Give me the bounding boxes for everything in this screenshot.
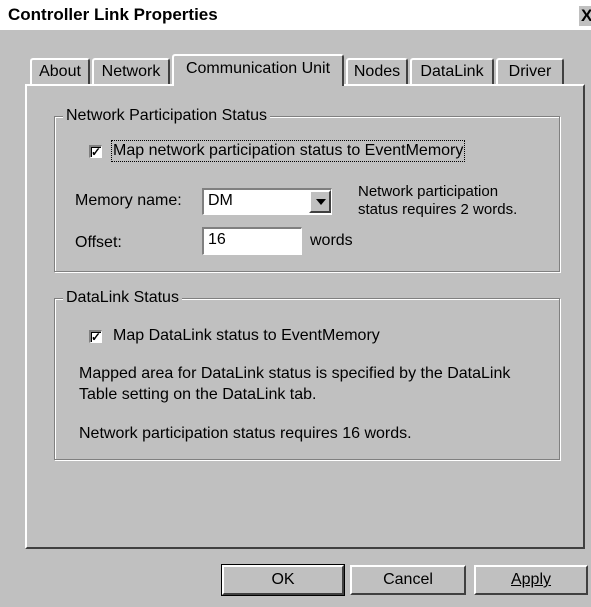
memory-name-dropdown-button[interactable] [309, 190, 331, 213]
tab-panel-communication-unit: Network Participation Status ✓ Map netwo… [25, 84, 585, 549]
offset-input[interactable]: 16 [202, 227, 302, 255]
offset-unit-label: words [310, 232, 353, 249]
tab-nodes-label: Nodes [353, 63, 401, 80]
memory-name-label: Memory name: [75, 192, 182, 209]
datalink-status-group: DataLink Status ✓ Map DataLink status to… [54, 289, 560, 460]
tab-datalink[interactable]: DataLink [410, 58, 494, 84]
check-icon: ✓ [91, 145, 102, 159]
network-note-line1: Network participation [358, 183, 499, 200]
memory-name-select[interactable]: DM [202, 188, 332, 215]
map-network-status-checkbox[interactable]: ✓ [89, 145, 102, 158]
network-note-line2: status requires 2 words. [358, 201, 518, 218]
offset-label: Offset: [75, 234, 122, 251]
cancel-button[interactable]: Cancel [350, 565, 466, 595]
network-participation-legend: Network Participation Status [63, 107, 270, 125]
memory-name-value: DM [208, 192, 233, 209]
map-datalink-status-label[interactable]: Map DataLink status to EventMemory [113, 327, 380, 345]
tab-about[interactable]: About [30, 58, 90, 84]
tab-driver-label: Driver [508, 63, 552, 80]
close-icon[interactable]: X [578, 5, 591, 26]
tab-driver[interactable]: Driver [496, 58, 564, 84]
ok-button-label: OK [271, 571, 295, 588]
ok-button[interactable]: OK [221, 564, 345, 596]
tab-communication-unit[interactable]: Communication Unit [172, 54, 344, 86]
tab-network-label: Network [101, 63, 161, 80]
map-datalink-status-checkbox[interactable]: ✓ [89, 330, 102, 343]
offset-value: 16 [208, 231, 226, 248]
datalink-requirement-text: Network participation status requires 16… [79, 425, 412, 442]
tab-datalink-label: DataLink [420, 63, 484, 80]
chevron-down-icon [316, 199, 326, 205]
tab-nodes[interactable]: Nodes [346, 58, 408, 84]
apply-button-label: Apply [510, 571, 552, 588]
tab-network[interactable]: Network [92, 58, 170, 84]
datalink-description-line2: Table setting on the DataLink tab. [79, 386, 317, 403]
datalink-status-legend: DataLink Status [63, 289, 182, 307]
tab-about-label: About [39, 63, 81, 80]
datalink-description-line1: Mapped area for DataLink status is speci… [79, 365, 511, 382]
window-title: Controller Link Properties [8, 5, 218, 24]
properties-dialog: Controller Link Properties X About Netwo… [0, 0, 591, 607]
map-network-status-label[interactable]: Map network participation status to Even… [110, 140, 466, 162]
tab-communication-unit-label: Communication Unit [185, 60, 331, 77]
title-bar: Controller Link Properties X [0, 0, 591, 30]
network-participation-group: Network Participation Status ✓ Map netwo… [54, 107, 560, 272]
check-icon: ✓ [91, 330, 102, 344]
apply-button[interactable]: Apply [474, 565, 588, 595]
cancel-button-label: Cancel [383, 571, 433, 588]
